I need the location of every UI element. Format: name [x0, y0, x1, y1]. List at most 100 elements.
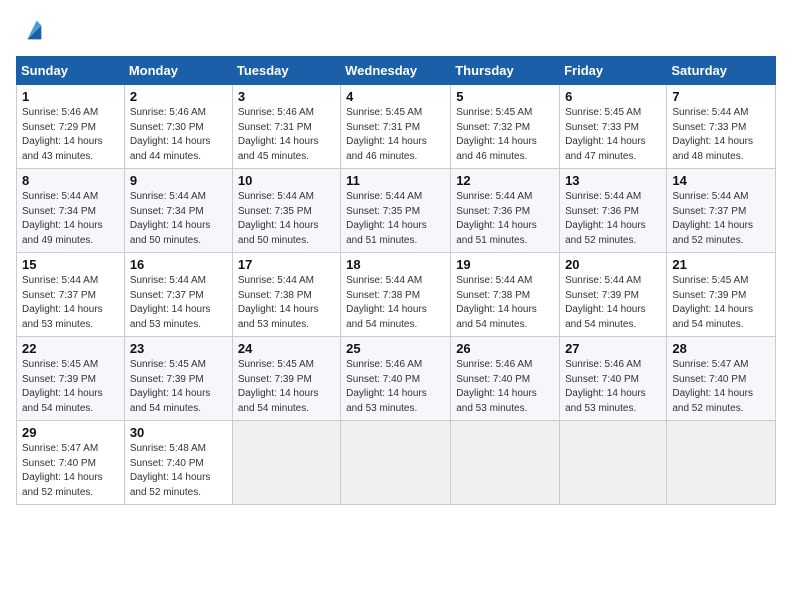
table-row: 15 Sunrise: 5:44 AMSunset: 7:37 PMDayligh… [17, 253, 125, 337]
day-info: Sunrise: 5:45 AMSunset: 7:39 PMDaylight:… [130, 358, 227, 416]
day-info: Sunrise: 5:46 AMSunset: 7:30 PMDaylight:… [130, 106, 227, 164]
col-thursday: Thursday [451, 57, 560, 85]
day-info: Sunrise: 5:48 AMSunset: 7:40 PMDaylight:… [130, 442, 227, 500]
col-tuesday: Tuesday [232, 57, 340, 85]
table-row: 26 Sunrise: 5:46 AMSunset: 7:40 PMDayligh… [451, 337, 560, 421]
day-number: 13 [565, 173, 661, 188]
table-row: 29 Sunrise: 5:47 AMSunset: 7:40 PMDayligh… [17, 421, 125, 505]
day-info: Sunrise: 5:44 AMSunset: 7:34 PMDaylight:… [130, 190, 227, 248]
table-row: 6 Sunrise: 5:45 AMSunset: 7:33 PMDaylight… [560, 85, 667, 169]
day-number: 1 [22, 89, 119, 104]
table-row [667, 421, 776, 505]
table-row: 17 Sunrise: 5:44 AMSunset: 7:38 PMDayligh… [232, 253, 340, 337]
day-info: Sunrise: 5:44 AMSunset: 7:38 PMDaylight:… [346, 274, 445, 332]
table-row [341, 421, 451, 505]
table-row: 30 Sunrise: 5:48 AMSunset: 7:40 PMDayligh… [124, 421, 232, 505]
calendar-week-row: 29 Sunrise: 5:47 AMSunset: 7:40 PMDayligh… [17, 421, 776, 505]
col-friday: Friday [560, 57, 667, 85]
table-row: 27 Sunrise: 5:46 AMSunset: 7:40 PMDayligh… [560, 337, 667, 421]
table-row: 8 Sunrise: 5:44 AMSunset: 7:34 PMDaylight… [17, 169, 125, 253]
table-row: 5 Sunrise: 5:45 AMSunset: 7:32 PMDaylight… [451, 85, 560, 169]
table-row: 23 Sunrise: 5:45 AMSunset: 7:39 PMDayligh… [124, 337, 232, 421]
table-row: 24Sunrise: 5:45 AMSunset: 7:39 PMDayligh… [232, 337, 340, 421]
col-monday: Monday [124, 57, 232, 85]
day-number: 4 [346, 89, 445, 104]
table-row: 1 Sunrise: 5:46 AMSunset: 7:29 PMDaylight… [17, 85, 125, 169]
table-row: 25 Sunrise: 5:46 AMSunset: 7:40 PMDayligh… [341, 337, 451, 421]
table-row: 11 Sunrise: 5:44 AMSunset: 7:35 PMDayligh… [341, 169, 451, 253]
day-info: Sunrise: 5:46 AMSunset: 7:40 PMDaylight:… [346, 358, 445, 416]
day-number: 27 [565, 341, 661, 356]
calendar-week-row: 1 Sunrise: 5:46 AMSunset: 7:29 PMDaylight… [17, 85, 776, 169]
table-row: 19 Sunrise: 5:44 AMSunset: 7:38 PMDayligh… [451, 253, 560, 337]
table-row: 13 Sunrise: 5:44 AMSunset: 7:36 PMDayligh… [560, 169, 667, 253]
day-info: Sunrise: 5:44 AMSunset: 7:33 PMDaylight:… [672, 106, 770, 164]
day-number: 14 [672, 173, 770, 188]
table-row: 16 Sunrise: 5:44 AMSunset: 7:37 PMDayligh… [124, 253, 232, 337]
day-info: Sunrise: 5:44 AMSunset: 7:39 PMDaylight:… [565, 274, 661, 332]
day-number: 18 [346, 257, 445, 272]
logo [16, 16, 46, 44]
day-number: 19 [456, 257, 554, 272]
day-info: Sunrise: 5:47 AMSunset: 7:40 PMDaylight:… [22, 442, 119, 500]
table-row: 3 Sunrise: 5:46 AMSunset: 7:31 PMDaylight… [232, 85, 340, 169]
day-number: 15 [22, 257, 119, 272]
calendar-table: Sunday Monday Tuesday Wednesday Thursday… [16, 56, 776, 505]
day-number: 22 [22, 341, 119, 356]
day-info: Sunrise: 5:46 AMSunset: 7:29 PMDaylight:… [22, 106, 119, 164]
table-row: 7 Sunrise: 5:44 AMSunset: 7:33 PMDaylight… [667, 85, 776, 169]
day-number: 8 [22, 173, 119, 188]
day-info: Sunrise: 5:45 AMSunset: 7:31 PMDaylight:… [346, 106, 445, 164]
table-row: 2Sunrise: 5:46 AMSunset: 7:30 PMDaylight… [124, 85, 232, 169]
day-info: Sunrise: 5:45 AMSunset: 7:33 PMDaylight:… [565, 106, 661, 164]
day-number: 5 [456, 89, 554, 104]
day-info: Sunrise: 5:44 AMSunset: 7:34 PMDaylight:… [22, 190, 119, 248]
day-number: 6 [565, 89, 661, 104]
day-number: 23 [130, 341, 227, 356]
day-number: 11 [346, 173, 445, 188]
table-row: 12Sunrise: 5:44 AMSunset: 7:36 PMDayligh… [451, 169, 560, 253]
day-number: 12 [456, 173, 554, 188]
col-saturday: Saturday [667, 57, 776, 85]
table-row [451, 421, 560, 505]
day-info: Sunrise: 5:45 AMSunset: 7:39 PMDaylight:… [238, 358, 335, 416]
day-number: 7 [672, 89, 770, 104]
table-row: 22 Sunrise: 5:45 AMSunset: 7:39 PMDayligh… [17, 337, 125, 421]
day-info: Sunrise: 5:44 AMSunset: 7:36 PMDaylight:… [565, 190, 661, 248]
calendar-week-row: 22 Sunrise: 5:45 AMSunset: 7:39 PMDayligh… [17, 337, 776, 421]
day-number: 17 [238, 257, 335, 272]
page-header [16, 16, 776, 44]
table-row [560, 421, 667, 505]
day-info: Sunrise: 5:46 AMSunset: 7:40 PMDaylight:… [456, 358, 554, 416]
day-number: 26 [456, 341, 554, 356]
table-row: 28 Sunrise: 5:47 AMSunset: 7:40 PMDayligh… [667, 337, 776, 421]
day-info: Sunrise: 5:44 AMSunset: 7:38 PMDaylight:… [456, 274, 554, 332]
day-info: Sunrise: 5:44 AMSunset: 7:35 PMDaylight:… [238, 190, 335, 248]
table-row: 14Sunrise: 5:44 AMSunset: 7:37 PMDayligh… [667, 169, 776, 253]
logo-icon [18, 16, 46, 44]
day-info: Sunrise: 5:44 AMSunset: 7:37 PMDaylight:… [22, 274, 119, 332]
day-number: 25 [346, 341, 445, 356]
day-number: 28 [672, 341, 770, 356]
day-info: Sunrise: 5:46 AMSunset: 7:40 PMDaylight:… [565, 358, 661, 416]
table-row: 9 Sunrise: 5:44 AMSunset: 7:34 PMDaylight… [124, 169, 232, 253]
day-number: 16 [130, 257, 227, 272]
day-number: 29 [22, 425, 119, 440]
day-info: Sunrise: 5:46 AMSunset: 7:31 PMDaylight:… [238, 106, 335, 164]
day-number: 21 [672, 257, 770, 272]
day-info: Sunrise: 5:44 AMSunset: 7:37 PMDaylight:… [130, 274, 227, 332]
day-number: 30 [130, 425, 227, 440]
day-info: Sunrise: 5:44 AMSunset: 7:38 PMDaylight:… [238, 274, 335, 332]
day-info: Sunrise: 5:45 AMSunset: 7:39 PMDaylight:… [22, 358, 119, 416]
table-row [232, 421, 340, 505]
day-info: Sunrise: 5:44 AMSunset: 7:35 PMDaylight:… [346, 190, 445, 248]
col-wednesday: Wednesday [341, 57, 451, 85]
day-number: 9 [130, 173, 227, 188]
day-number: 3 [238, 89, 335, 104]
day-info: Sunrise: 5:47 AMSunset: 7:40 PMDaylight:… [672, 358, 770, 416]
table-row: 21Sunrise: 5:45 AMSunset: 7:39 PMDayligh… [667, 253, 776, 337]
day-number: 10 [238, 173, 335, 188]
table-row: 20Sunrise: 5:44 AMSunset: 7:39 PMDayligh… [560, 253, 667, 337]
day-info: Sunrise: 5:45 AMSunset: 7:32 PMDaylight:… [456, 106, 554, 164]
table-row: 10 Sunrise: 5:44 AMSunset: 7:35 PMDayligh… [232, 169, 340, 253]
